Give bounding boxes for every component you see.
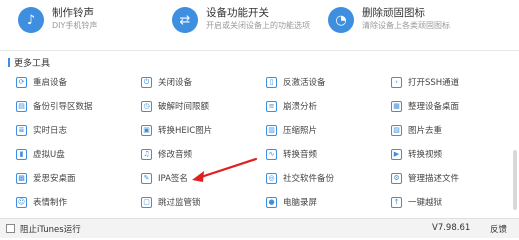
tool-label: 管理描述文件 (408, 174, 460, 184)
desktop-icon: ▩ (16, 172, 27, 184)
feature-subtitle: 开启或关闭设备上的功能选项 (206, 21, 310, 30)
tool-image-dedupe[interactable]: ▧ 图片去重 (391, 122, 442, 138)
feature-title: 删除顽固图标 (362, 7, 425, 19)
reboot-icon: ⟳ (16, 76, 27, 88)
audio-edit-icon: ♫ (141, 148, 152, 160)
tool-social-backup[interactable]: ◎ 社交软件备份 (266, 170, 334, 186)
tool-backup-boot[interactable]: ▤ 备份引导区数据 (16, 98, 93, 114)
tool-label: 虚拟U盘 (33, 150, 65, 160)
phone-icon: ▯ (266, 76, 277, 88)
terminal-icon: › (391, 76, 402, 88)
divider (0, 50, 519, 51)
feature-device-switch[interactable]: ⇄ 设备功能开关 开启或关闭设备上的功能选项 (172, 6, 310, 44)
tool-label: 整理设备桌面 (408, 102, 460, 112)
lock-icon: ▢ (141, 196, 152, 208)
footer-bar: 阻止iTunes运行 V7.98.61 反馈 (0, 218, 519, 238)
block-itunes-label: 阻止iTunes运行 (20, 225, 81, 235)
tool-label: 电脑录屏 (283, 198, 318, 208)
tool-label: 一键越狱 (408, 198, 443, 208)
tool-realtime-log[interactable]: ≣ 实时日志 (16, 122, 67, 138)
annotation-arrow (192, 157, 258, 182)
tool-label: 破解时间限额 (158, 102, 210, 112)
ipa-file-icon: ✎ (141, 172, 152, 184)
image-convert-icon: ▣ (141, 124, 152, 136)
tool-heic[interactable]: ▣ 转换HEIC图片 (141, 122, 212, 138)
tool-ssh[interactable]: › 打开SSH通道 (391, 74, 459, 90)
usb-icon: ▮ (16, 148, 27, 160)
social-icon: ◎ (266, 172, 277, 184)
feedback-link[interactable]: 反馈 (490, 223, 507, 235)
section-title-text: 更多工具 (14, 59, 51, 69)
waveform-icon: ∿ (266, 148, 277, 160)
tool-convert-video[interactable]: ▶ 转换视频 (391, 146, 442, 162)
top-feature-panel: ♪ 制作铃声 DIY手机铃声 ⇄ 设备功能开关 开启或关闭设备上的功能选项 ◔ … (0, 0, 519, 48)
tool-label: 备份引导区数据 (33, 102, 93, 112)
image-icon: ▧ (391, 124, 402, 136)
feature-subtitle: 清除设备上各类顽固图标 (362, 21, 450, 30)
tool-aisi-desktop[interactable]: ▩ 爱思安桌面 (16, 170, 76, 186)
grid-icon: ▦ (391, 100, 402, 112)
tool-label: 打开SSH通道 (408, 78, 460, 88)
section-title: 更多工具 (8, 56, 50, 69)
tool-screen-record[interactable]: ● 电脑录屏 (266, 194, 317, 210)
tool-skip-mdm[interactable]: ▢ 跳过监管锁 (141, 194, 201, 210)
clock-icon: ◷ (141, 100, 152, 112)
tool-label: 转换HEIC图片 (158, 126, 213, 136)
tool-label: 图片去重 (408, 126, 443, 136)
toggle-icon: ⇄ (172, 7, 198, 33)
tool-profiles[interactable]: ⚙ 管理描述文件 (391, 170, 459, 186)
tool-virtual-udisk[interactable]: ▮ 虚拟U盘 (16, 146, 65, 162)
block-itunes-checkbox[interactable] (6, 224, 15, 233)
tool-label: 崩溃分析 (283, 102, 318, 112)
emoji-icon: ☺ (16, 196, 27, 208)
feature-subtitle: DIY手机铃声 (52, 21, 98, 30)
tool-label: 重启设备 (33, 78, 68, 88)
tool-label: IPA签名 (158, 174, 188, 184)
tool-label: 反激活设备 (283, 78, 326, 88)
tool-ipa-sign[interactable]: ✎ IPA签名 (141, 170, 188, 186)
tool-label: 压缩照片 (283, 126, 318, 136)
tool-deactivate[interactable]: ▯ 反激活设备 (266, 74, 326, 90)
tool-label: 关闭设备 (158, 78, 193, 88)
feature-title: 制作铃声 (52, 7, 94, 19)
pie-icon: ◔ (328, 7, 354, 33)
compress-icon: ▥ (266, 124, 277, 136)
tool-convert-audio[interactable]: ∿ 转换音频 (266, 146, 317, 162)
scrollbar[interactable] (513, 150, 517, 210)
jailbreak-icon: ↑ (391, 196, 402, 208)
tool-label: 转换音频 (283, 150, 318, 160)
power-icon: ⏻ (141, 76, 152, 88)
tool-emoji-make[interactable]: ☺ 表情制作 (16, 194, 67, 210)
tool-label: 修改音频 (158, 150, 193, 160)
document-icon: ≡ (266, 100, 277, 112)
tool-label: 表情制作 (33, 198, 68, 208)
record-icon: ● (266, 196, 277, 208)
feature-title: 设备功能开关 (206, 7, 269, 19)
tool-label: 爱思安桌面 (33, 174, 76, 184)
tool-reboot[interactable]: ⟳ 重启设备 (16, 74, 67, 90)
settings-icon: ⚙ (391, 172, 402, 184)
log-icon: ≣ (16, 124, 27, 136)
tool-label: 跳过监管锁 (158, 198, 201, 208)
tool-label: 转换视频 (408, 150, 443, 160)
tool-label: 社交软件备份 (283, 174, 335, 184)
tool-crash-analysis[interactable]: ≡ 崩溃分析 (266, 98, 317, 114)
tool-jailbreak[interactable]: ↑ 一键越狱 (391, 194, 442, 210)
tool-shutdown[interactable]: ⏻ 关闭设备 (141, 74, 192, 90)
tool-label: 实时日志 (33, 126, 68, 136)
tool-screen-time[interactable]: ◷ 破解时间限额 (141, 98, 209, 114)
bell-icon: ♪ (18, 7, 44, 33)
version-label: V7.98.61 (432, 223, 471, 233)
tool-edit-audio[interactable]: ♫ 修改音频 (141, 146, 192, 162)
video-icon: ▶ (391, 148, 402, 160)
section-marker (8, 58, 10, 67)
tool-arrange-desktop[interactable]: ▦ 整理设备桌面 (391, 98, 459, 114)
feature-ringtone[interactable]: ♪ 制作铃声 DIY手机铃声 (18, 6, 97, 44)
feature-delete-icons[interactable]: ◔ 删除顽固图标 清除设备上各类顽固图标 (328, 6, 450, 44)
tool-compress-photo[interactable]: ▥ 压缩照片 (266, 122, 317, 138)
backup-icon: ▤ (16, 100, 27, 112)
